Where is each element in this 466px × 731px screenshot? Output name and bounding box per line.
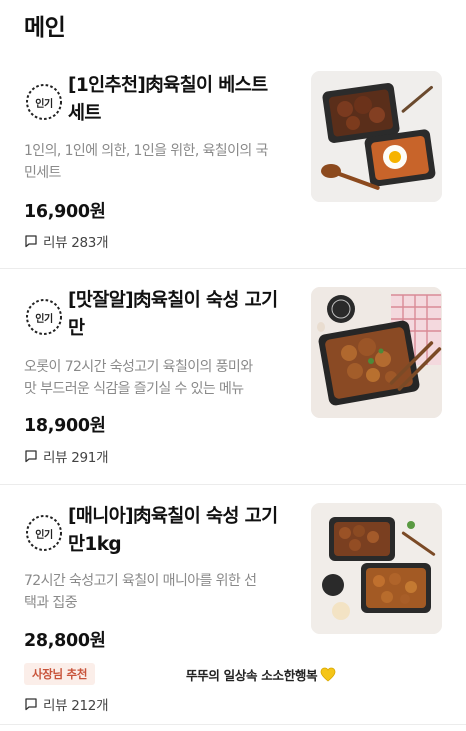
item-description: 72시간 숙성고기 육칠이 매니아를 위한 선 택과 집중 [24, 573, 257, 611]
item-divider [0, 724, 466, 725]
item-description: 오롯이 72시간 숙성고기 육칠이의 풍미와 맛 부드러운 식감을 즐기실 수 … [24, 359, 253, 397]
review-label: 리뷰 212개 [43, 698, 109, 714]
menu-item[interactable]: 인기 [1인추천]肉육칠이 베스트 세트 1인의, 1인에 의한, 1인을 위한… [0, 52, 466, 269]
section-title: 메인 [24, 15, 66, 41]
review-count[interactable]: 리뷰 212개 [24, 694, 109, 714]
item-price: 16,900원 [24, 202, 106, 222]
owner-comment-text: 뚜뚜의 일상속 소소한행복 [186, 668, 318, 683]
menu-item[interactable]: 인기 [매니아]肉육칠이 숙성 고기 만1kg 72시간 숙성고기 육칠이 매니… [0, 485, 466, 731]
menu-item-photo[interactable] [311, 71, 442, 202]
menu-item[interactable]: 인기 [맛잘알]肉육칠이 숙성 고기 만 오롯이 72시간 숙성고기 육칠이의 … [0, 269, 466, 485]
owner-recommend-tag: 사장님 추천 [24, 663, 96, 685]
owner-comment: 뚜뚜의 일상속 소소한행복 [186, 665, 336, 684]
popular-badge-icon: 인기 [24, 82, 64, 122]
popular-badge-icon: 인기 [24, 513, 64, 553]
menu-item-photo[interactable] [311, 503, 442, 634]
item-title: [맛잘알]肉육칠이 숙성 고기 만 [68, 290, 278, 339]
comment-icon [25, 698, 37, 711]
item-title: [1인추천]肉육칠이 베스트 세트 [68, 75, 268, 124]
item-price: 18,900원 [24, 416, 106, 436]
popular-badge-label: 인기 [35, 98, 53, 110]
popular-badge-label: 인기 [35, 313, 53, 325]
item-description: 1인의, 1인에 의한, 1인을 위한, 육칠이의 국 민세트 [24, 143, 268, 181]
review-label: 리뷰 283개 [43, 235, 109, 251]
popular-badge-label: 인기 [35, 529, 53, 541]
popular-badge-icon: 인기 [24, 297, 64, 337]
item-price: 28,800원 [24, 631, 106, 651]
yellow-heart-icon [320, 667, 336, 682]
comment-icon [25, 450, 37, 463]
menu-item-photo[interactable] [311, 287, 442, 418]
item-title: [매니아]肉육칠이 숙성 고기 만1kg [68, 506, 278, 555]
comment-icon [25, 235, 37, 248]
review-count[interactable]: 리뷰 291개 [24, 446, 109, 466]
review-count[interactable]: 리뷰 283개 [24, 231, 109, 251]
review-label: 리뷰 291개 [43, 450, 109, 466]
